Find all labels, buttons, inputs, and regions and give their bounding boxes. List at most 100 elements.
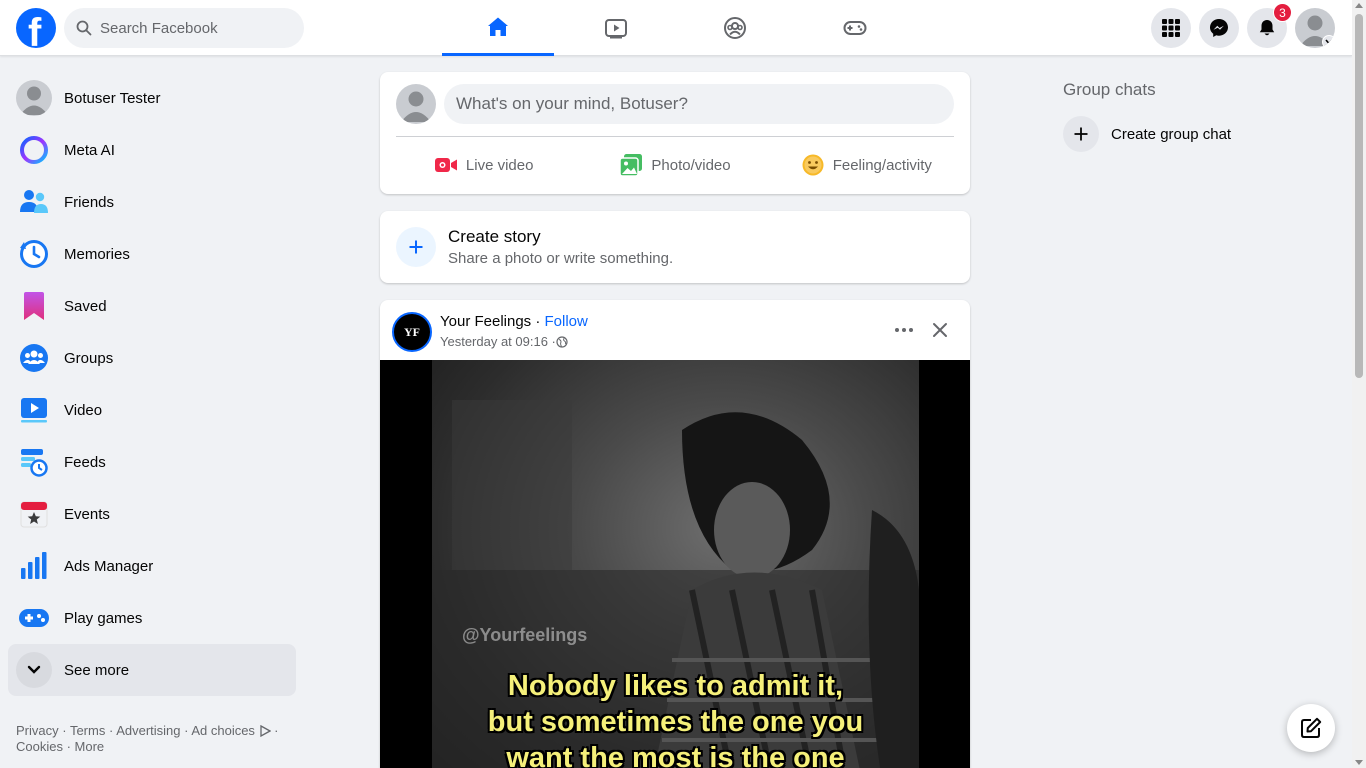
sidebar-item-play-games[interactable]: Play games [8,592,296,644]
left-sidebar: Botuser Tester Meta AI Friends Memories … [8,72,296,696]
ads-manager-icon [16,548,52,584]
photo-video-label: Photo/video [651,156,731,174]
sidebar-item-saved[interactable]: Saved [8,280,296,332]
caption-line-2: but sometimes the one you [487,706,864,738]
sidebar-item-label: Feeds [64,453,106,471]
whats-on-your-mind-input[interactable]: What's on your mind, Botuser? [444,84,954,124]
sidebar-item-label: See more [64,661,130,679]
page-scrollbar[interactable] [1352,0,1366,768]
post-author: Your Feelings · Follow [440,313,588,330]
more-options-icon[interactable] [890,316,918,344]
scroll-down-arrow-icon[interactable] [1355,760,1363,765]
tab-home[interactable] [442,0,554,56]
photo-video-icon [619,154,643,177]
notification-badge: 3 [1273,3,1292,22]
new-message-button[interactable] [1287,704,1335,752]
friends-icon [16,184,52,220]
sidebar-item-events[interactable]: Events [8,488,296,540]
smiley-icon [802,154,824,176]
messenger-button[interactable] [1199,8,1239,48]
terms-link[interactable]: Terms [70,723,105,738]
sidebar-item-label: Memories [64,245,130,263]
notifications-button[interactable]: 3 [1247,3,1292,48]
feeds-icon [16,444,52,480]
photo-video-button[interactable]: Photo/video [579,144,770,186]
groups-icon [16,340,52,376]
ad-choices-link[interactable]: Ad choices [191,723,255,738]
video-tab-icon [605,19,627,39]
search-placeholder: Search Facebook [100,19,218,37]
search-icon [76,20,92,36]
facebook-logo-icon[interactable]: f [16,8,56,48]
video-icon [16,392,52,428]
live-video-label: Live video [465,156,534,174]
composer-divider [396,136,954,137]
grid-menu-icon [1162,19,1180,37]
cookies-link[interactable]: Cookies [16,739,63,754]
caption-line-3: want the most is the one [506,742,845,768]
sidebar-item-label: Botuser Tester [64,89,161,107]
tab-groups[interactable] [679,0,791,56]
post-time[interactable]: Yesterday at 09:16 · [440,334,556,349]
tab-gaming[interactable] [799,0,911,56]
sidebar-item-label: Groups [64,349,114,367]
search-input[interactable]: Search Facebook [64,8,304,48]
feed-post: YF Your Feelings · Follow Yesterday at 0… [380,300,970,768]
close-icon[interactable] [926,316,954,344]
post-caption: Nobody likes to admit it, but sometimes … [432,668,919,768]
create-story-title: Create story [448,227,541,246]
post-photo[interactable]: @Yourfeelings Nobody likes to admit it, … [432,360,919,768]
create-group-chat-label: Create group chat [1111,125,1232,143]
sidebar-item-feeds[interactable]: Feeds [8,436,296,488]
compose-icon [1301,717,1322,738]
tab-video[interactable] [560,0,672,56]
create-story-card[interactable]: Create story Share a photo or write some… [380,211,970,283]
watermark: @Yourfeelings [462,625,588,645]
chevron-down-icon [1322,35,1335,48]
create-story-subtitle: Share a photo or write something. [448,250,674,267]
follow-link[interactable]: Follow [545,313,588,330]
menu-button[interactable] [1151,8,1191,48]
name-separator: · [531,313,545,330]
feeling-activity-label: Feeling/activity [832,156,932,174]
globe-icon [556,335,568,348]
play-games-icon [16,600,52,636]
more-link[interactable]: More [75,739,105,754]
post-author-name[interactable]: Your Feelings [440,313,531,330]
sidebar-item-friends[interactable]: Friends [8,176,296,228]
caption-line-1: Nobody likes to admit it, [507,670,844,702]
sidebar-item-memories[interactable]: Memories [8,228,296,280]
live-video-button[interactable]: Live video [388,144,579,186]
sidebar-item-video[interactable]: Video [8,384,296,436]
footer-links: Privacy · Terms · Advertising · Ad choic… [16,723,279,754]
create-group-chat-button[interactable]: Create group chat [1063,116,1231,152]
sidebar-item-see-more[interactable]: See more [8,644,296,696]
groups-tab-icon [724,17,746,39]
sidebar-item-meta-ai[interactable]: Meta AI [8,124,296,176]
privacy-link[interactable]: Privacy [16,723,59,738]
post-media[interactable]: @Yourfeelings Nobody likes to admit it, … [380,360,970,768]
advertising-link[interactable]: Advertising [116,723,180,738]
home-icon [488,17,508,36]
events-icon [16,496,52,532]
account-avatar-button[interactable] [1295,8,1335,48]
composer-avatar[interactable] [396,84,436,124]
post-author-avatar[interactable]: YF [392,312,432,352]
plus-icon [396,227,436,267]
scroll-up-arrow-icon[interactable] [1355,3,1363,8]
post-timestamp: Yesterday at 09:16 · [440,334,568,349]
sidebar-item-profile[interactable]: Botuser Tester [8,72,296,124]
sidebar-item-label: Friends [64,193,115,211]
profile-avatar [16,80,52,116]
scrollbar-thumb[interactable] [1355,14,1363,378]
sidebar-item-label: Events [64,505,110,523]
feeling-activity-button[interactable]: Feeling/activity [771,144,962,186]
sidebar-item-groups[interactable]: Groups [8,332,296,384]
top-navigation-bar: f Search Facebook 3 [0,0,1352,56]
sidebar-item-ads-manager[interactable]: Ads Manager [8,540,296,592]
live-video-icon [434,158,457,172]
gaming-tab-icon [843,21,867,35]
post-composer: What's on your mind, Botuser? Live video… [380,72,970,194]
ad-choices-icon [259,724,271,738]
sidebar-item-label: Ads Manager [64,557,154,575]
